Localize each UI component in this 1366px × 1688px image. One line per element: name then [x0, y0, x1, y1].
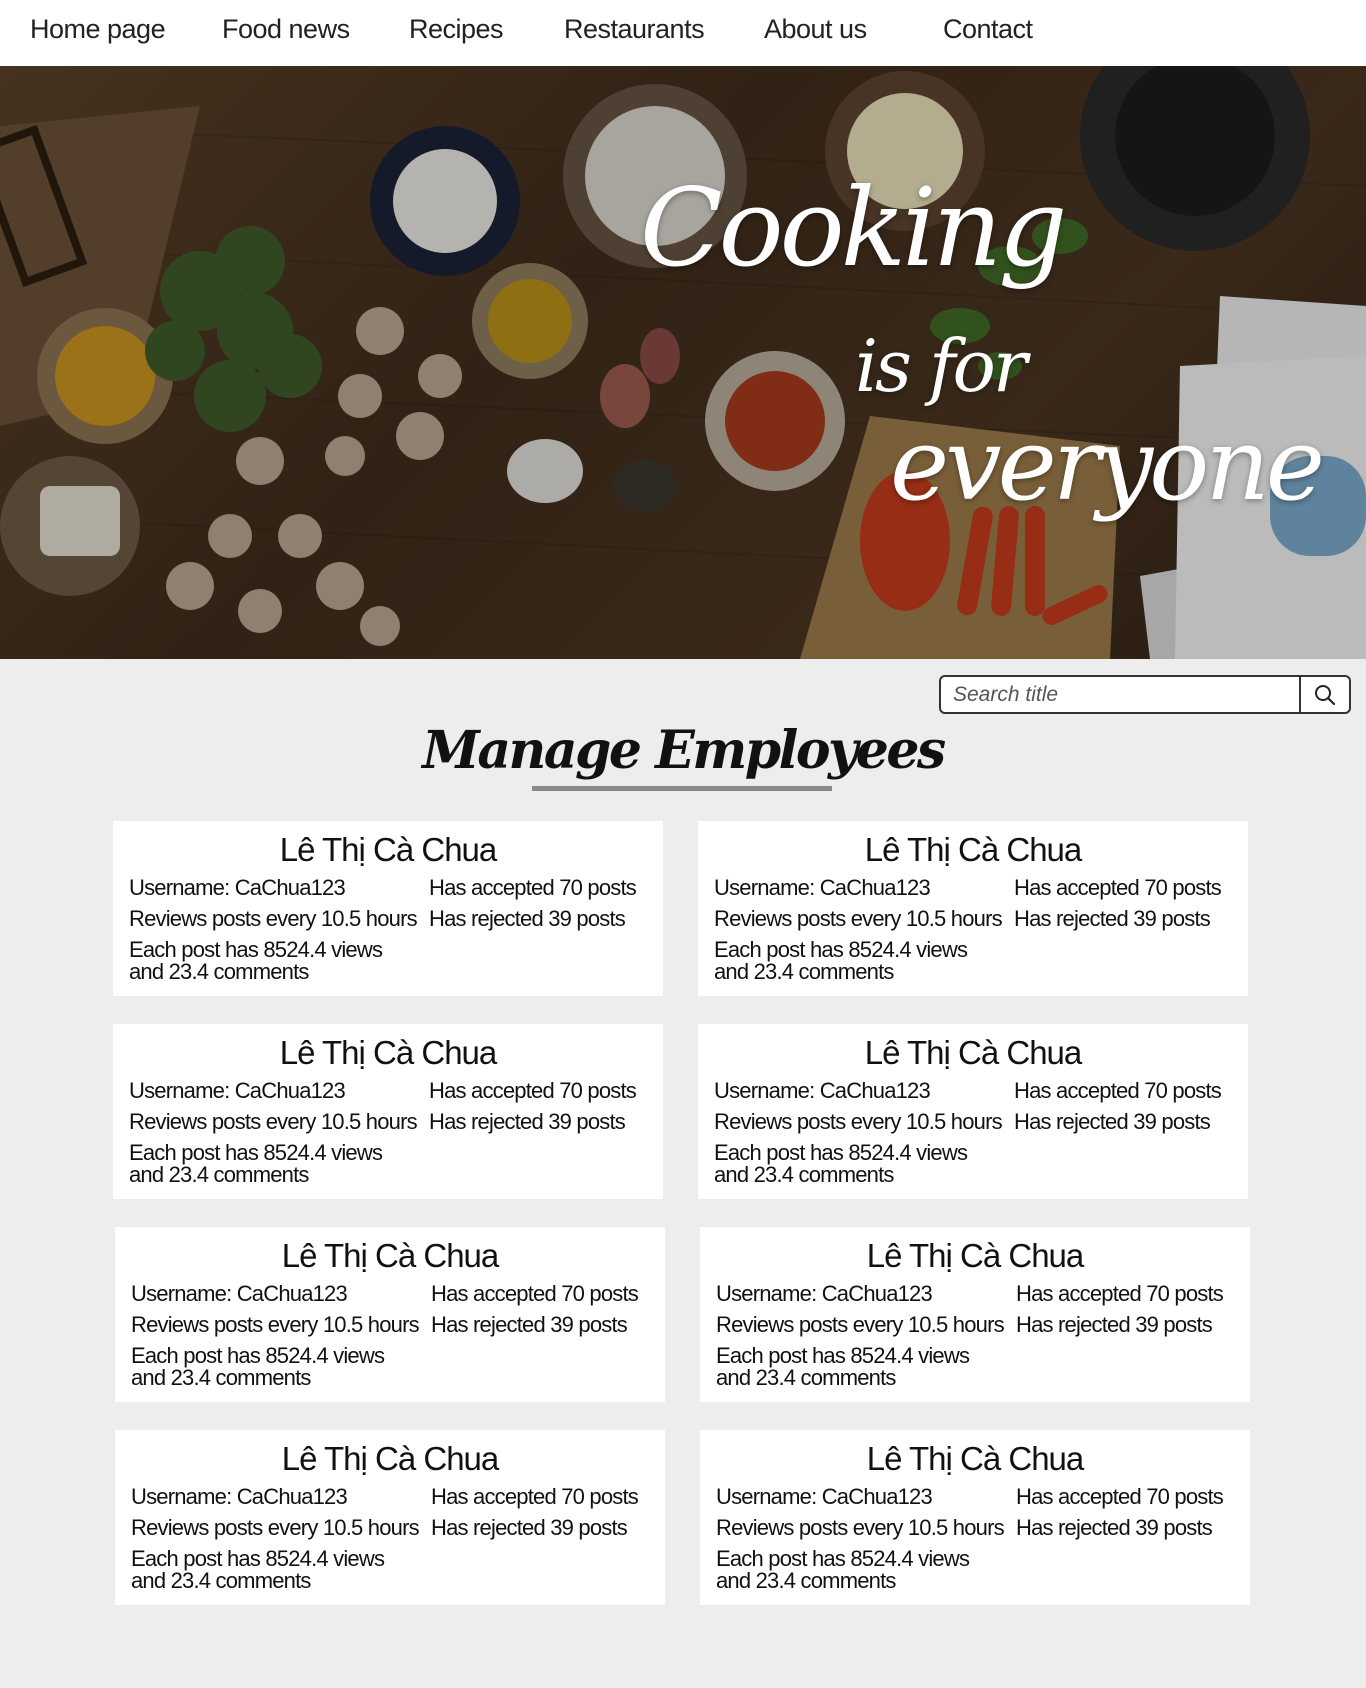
search-button[interactable]: [1299, 677, 1349, 712]
hero-food-illustration: [0, 66, 1366, 659]
employee-accepted-count: Has accepted 70 posts: [429, 1078, 637, 1103]
employee-rejected-count: Has rejected 39 posts: [431, 1515, 628, 1540]
employee-accepted-count: Has accepted 70 posts: [431, 1281, 639, 1306]
employee-card[interactable]: Lê Thị Cà Chua Username: CaChua123 Reviews…: [113, 1024, 663, 1199]
employee-views-per-post: Each post has 8524.4 views: [714, 1140, 968, 1165]
employee-rejected-count: Has rejected 39 posts: [1016, 1312, 1213, 1337]
nav-item-contact[interactable]: Contact: [943, 14, 1033, 45]
employee-accepted-count: Has accepted 70 posts: [429, 875, 637, 900]
employee-rejected-count: Has rejected 39 posts: [1016, 1515, 1213, 1540]
employee-card[interactable]: Lê Thị Cà Chua Username: CaChua123 Reviews…: [698, 821, 1248, 996]
employee-review-frequency: Reviews posts every 10.5 hours: [129, 906, 418, 931]
search-icon: [1315, 684, 1336, 705]
employee-review-frequency: Reviews posts every 10.5 hours: [131, 1515, 420, 1540]
employee-rejected-count: Has rejected 39 posts: [1014, 906, 1211, 931]
employee-views-per-post: Each post has 8524.4 views: [131, 1546, 385, 1571]
employee-name: Lê Thị Cà Chua: [866, 1440, 1085, 1477]
employee-views-per-post: Each post has 8524.4 views: [714, 937, 968, 962]
employee-accepted-count: Has accepted 70 posts: [1014, 1078, 1222, 1103]
employee-comments-per-post: and 23.4 comments: [714, 959, 894, 984]
employee-review-frequency: Reviews posts every 10.5 hours: [131, 1312, 420, 1337]
employee-comments-per-post: and 23.4 comments: [714, 1162, 894, 1187]
employee-comments-per-post: and 23.4 comments: [129, 959, 309, 984]
employee-username: Username: CaChua123: [714, 1078, 931, 1103]
employee-username: Username: CaChua123: [714, 875, 931, 900]
search-input[interactable]: [941, 677, 1299, 712]
employee-views-per-post: Each post has 8524.4 views: [129, 1140, 383, 1165]
employee-views-per-post: Each post has 8524.4 views: [716, 1546, 970, 1571]
employee-card[interactable]: Lê Thị Cà Chua Username: CaChua123 Reviews…: [700, 1430, 1250, 1605]
employee-views-per-post: Each post has 8524.4 views: [129, 937, 383, 962]
employee-name: Lê Thị Cà Chua: [281, 1237, 500, 1274]
title-underline: [532, 786, 832, 791]
top-nav: Home page Food news Recipes Restaurants …: [0, 0, 1366, 66]
employee-views-per-post: Each post has 8524.4 views: [716, 1343, 970, 1368]
employee-username: Username: CaChua123: [129, 1078, 346, 1103]
employee-rejected-count: Has rejected 39 posts: [431, 1312, 628, 1337]
employee-review-frequency: Reviews posts every 10.5 hours: [716, 1312, 1005, 1337]
employee-username: Username: CaChua123: [716, 1484, 933, 1509]
employee-review-frequency: Reviews posts every 10.5 hours: [716, 1515, 1005, 1540]
employee-review-frequency: Reviews posts every 10.5 hours: [714, 906, 1003, 931]
employee-card[interactable]: Lê Thị Cà Chua Username: CaChua123 Reviews…: [115, 1430, 665, 1605]
nav-item-about-us[interactable]: About us: [764, 14, 867, 45]
employee-card[interactable]: Lê Thị Cà Chua Username: CaChua123 Reviews…: [113, 821, 663, 996]
hero-banner: Cooking is for everyone: [0, 66, 1366, 659]
search-bar: [939, 675, 1351, 714]
employee-views-per-post: Each post has 8524.4 views: [131, 1343, 385, 1368]
employee-name: Lê Thị Cà Chua: [864, 1034, 1083, 1071]
employee-review-frequency: Reviews posts every 10.5 hours: [129, 1109, 418, 1134]
employee-accepted-count: Has accepted 70 posts: [431, 1484, 639, 1509]
nav-item-restaurants[interactable]: Restaurants: [564, 14, 705, 45]
employee-rejected-count: Has rejected 39 posts: [429, 906, 626, 931]
employee-name: Lê Thị Cà Chua: [864, 831, 1083, 868]
employee-card[interactable]: Lê Thị Cà Chua Username: CaChua123 Reviews…: [700, 1227, 1250, 1402]
employee-comments-per-post: and 23.4 comments: [131, 1568, 311, 1593]
employee-comments-per-post: and 23.4 comments: [716, 1568, 896, 1593]
employee-accepted-count: Has accepted 70 posts: [1016, 1281, 1224, 1306]
employee-review-frequency: Reviews posts every 10.5 hours: [714, 1109, 1003, 1134]
employee-username: Username: CaChua123: [131, 1281, 348, 1306]
employee-accepted-count: Has accepted 70 posts: [1016, 1484, 1224, 1509]
employee-comments-per-post: and 23.4 comments: [131, 1365, 311, 1390]
nav-item-recipes[interactable]: Recipes: [409, 14, 504, 45]
nav-item-food-news[interactable]: Food news: [222, 14, 350, 45]
nav-item-home[interactable]: Home page: [30, 14, 166, 45]
employee-accepted-count: Has accepted 70 posts: [1014, 875, 1222, 900]
employee-name: Lê Thị Cà Chua: [281, 1440, 500, 1477]
employee-name: Lê Thị Cà Chua: [866, 1237, 1085, 1274]
employee-rejected-count: Has rejected 39 posts: [1014, 1109, 1211, 1134]
hero-heading-line-2: is for: [855, 324, 1027, 408]
hero-heading-line-3: everyone: [890, 406, 1325, 523]
employee-card[interactable]: Lê Thị Cà Chua Username: CaChua123 Reviews…: [115, 1227, 665, 1402]
employee-name: Lê Thị Cà Chua: [279, 831, 498, 868]
employee-username: Username: CaChua123: [131, 1484, 348, 1509]
page-title: Manage Employees: [422, 720, 946, 781]
employee-username: Username: CaChua123: [129, 875, 346, 900]
employee-card[interactable]: Lê Thị Cà Chua Username: CaChua123 Reviews…: [698, 1024, 1248, 1199]
employee-username: Username: CaChua123: [716, 1281, 933, 1306]
employee-name: Lê Thị Cà Chua: [279, 1034, 498, 1071]
employee-rejected-count: Has rejected 39 posts: [429, 1109, 626, 1134]
employee-comments-per-post: and 23.4 comments: [716, 1365, 896, 1390]
employee-comments-per-post: and 23.4 comments: [129, 1162, 309, 1187]
hero-heading-line-1: Cooking: [640, 166, 1067, 291]
